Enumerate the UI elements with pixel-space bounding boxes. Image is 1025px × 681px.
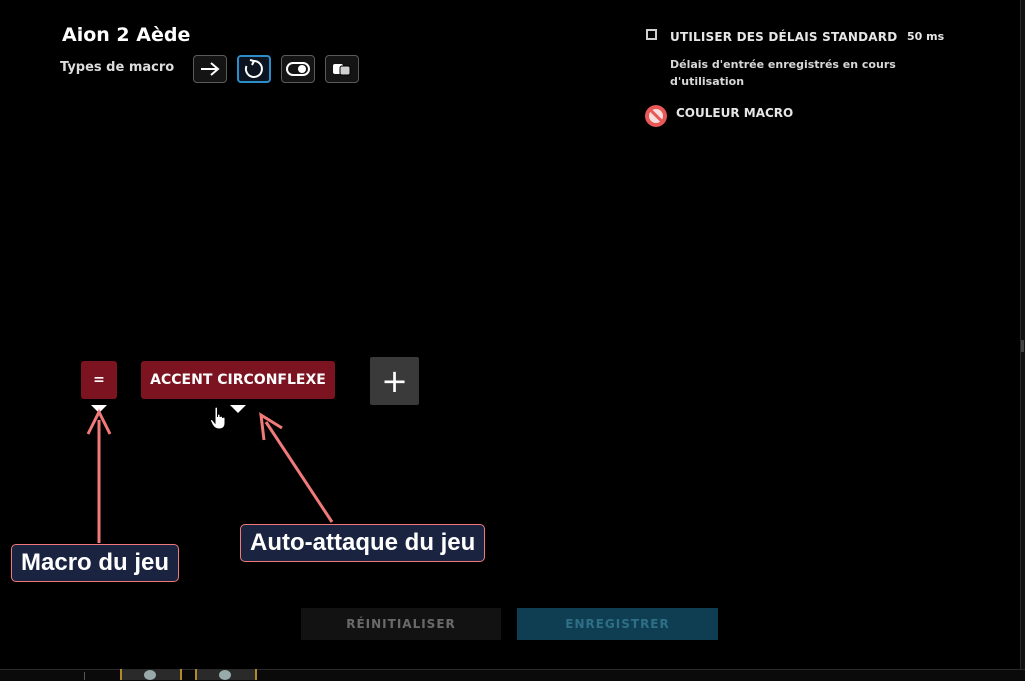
macro-type-single-button[interactable]: [193, 55, 227, 83]
no-color-icon[interactable]: [645, 105, 667, 127]
macro-title: Aion 2 Aède: [62, 24, 191, 46]
scrollbar-thumb[interactable]: [1021, 340, 1024, 352]
macro-color-label[interactable]: COULEUR MACRO: [676, 106, 793, 120]
recorded-delays-note: Délais d'entrée enregistrés en cours d'u…: [670, 58, 896, 88]
chevron-down-icon[interactable]: [230, 405, 246, 413]
toggle-icon: [286, 62, 310, 76]
skill-slot-thumbnail[interactable]: [195, 669, 257, 680]
window-scrollbar[interactable]: [1020, 0, 1025, 680]
hold-key-icon: [333, 64, 351, 76]
use-standard-delays-label[interactable]: UTILISER DES DÉLAIS STANDARD: [670, 30, 897, 44]
hand-cursor-icon: [209, 406, 226, 430]
macro-type-repeat-button[interactable]: [237, 55, 271, 83]
arrow-right-icon: [201, 62, 220, 76]
use-standard-delays-checkbox[interactable]: [646, 29, 657, 40]
key-chip-equals[interactable]: =: [81, 361, 117, 399]
add-key-button[interactable]: +: [370, 357, 419, 405]
save-button[interactable]: ENREGISTRER: [517, 608, 718, 640]
taskbar-divider: [84, 672, 85, 680]
callout-game-macro: Macro du jeu: [11, 544, 180, 582]
skill-slot-thumbnail[interactable]: [120, 669, 182, 680]
callout-auto-attack: Auto-attaque du jeu: [240, 524, 486, 562]
key-chip-accent-circonflexe[interactable]: ACCENT CIRCONFLEXE: [141, 361, 335, 399]
repeat-loop-icon: [244, 59, 263, 78]
macro-type-hold-button[interactable]: [325, 55, 359, 83]
macro-type-toggle-button[interactable]: [281, 55, 315, 83]
reset-button[interactable]: RÉINITIALISER: [301, 608, 501, 640]
delay-value[interactable]: 50 ms: [907, 30, 944, 43]
macro-types-label: Types de macro: [60, 60, 175, 75]
chevron-down-icon[interactable]: [91, 405, 107, 413]
